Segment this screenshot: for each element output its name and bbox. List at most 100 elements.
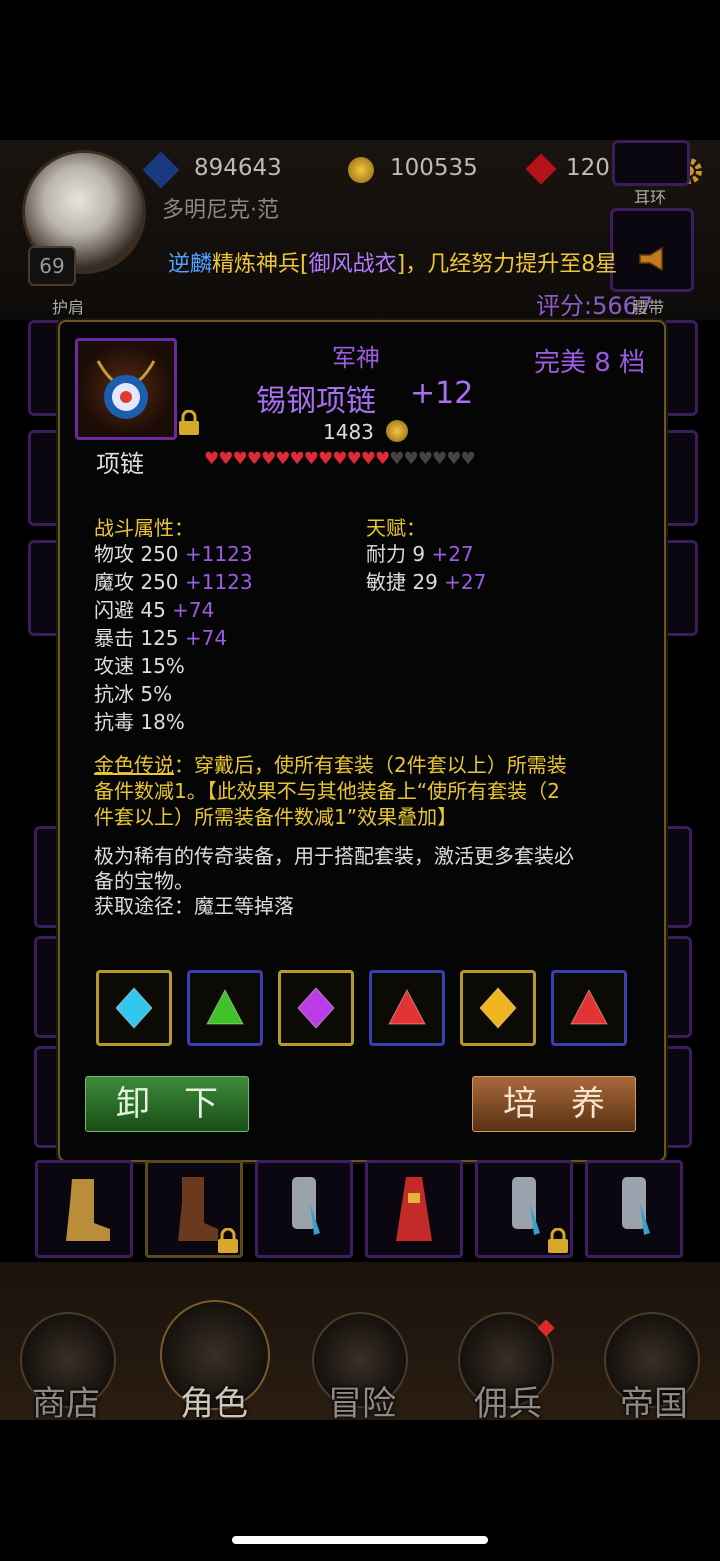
desc-line-1: 极为稀有的传奇装备，用于搭配套装，激活更多套装必 [94, 844, 574, 868]
earring-label: 耳环 [634, 188, 667, 207]
stat-row: 魔攻 250 +1123 [94, 568, 253, 596]
announcement-text2: ]，几经努力提升至8星 [396, 252, 618, 277]
filled-heart-icon: ♥ [318, 449, 333, 469]
inventory-boots-1[interactable] [35, 1160, 133, 1258]
stat-label: 闪避 45 [94, 598, 166, 622]
yellow-diamond-gem [479, 987, 517, 1029]
item-enhance-level: +12 [410, 376, 474, 411]
price-coin-icon [386, 420, 408, 442]
legend-line-2: 备件数减1。【此效果不与其他装备上“使所有套装（2 [94, 779, 560, 803]
item-type: 项链 [96, 450, 144, 478]
stat-bonus: +1123 [178, 570, 253, 594]
stat-bonus: +27 [437, 570, 487, 594]
filled-heart-icon: ♥ [275, 449, 290, 469]
empty-heart-icon: ♥ [403, 449, 419, 469]
inventory-robe[interactable] [365, 1160, 463, 1258]
inventory-right-1[interactable] [662, 826, 692, 928]
stat-row: 物攻 250 +1123 [94, 540, 253, 568]
megaphone-icon [638, 246, 668, 272]
home-indicator[interactable] [232, 1536, 488, 1544]
stat-label: 物攻 250 [94, 542, 179, 566]
nav-shop[interactable]: 商店 [32, 1376, 100, 1425]
stat-row: 抗毒 18% [94, 708, 253, 736]
inventory-gauntlet-3[interactable] [585, 1160, 683, 1258]
star-rating: ♥♥♥♥♥♥♥♥♥♥♥♥♥♥♥♥♥♥♥ [204, 449, 476, 469]
necklace-item-icon [75, 338, 177, 440]
purple-diamond-gem [297, 987, 335, 1029]
gem-socket[interactable] [369, 970, 445, 1046]
announcement: 逆麟精炼神兵[御风战衣]，几经努力提升至8星 [168, 246, 617, 278]
gem-socket[interactable] [96, 970, 172, 1046]
right-slot-2[interactable] [662, 430, 698, 526]
filled-heart-icon: ♥ [232, 449, 248, 469]
combat-stats-title: 战斗属性： [94, 516, 194, 540]
gem-socket[interactable] [278, 970, 354, 1046]
nav-adventure[interactable]: 冒险 [328, 1376, 396, 1425]
filled-heart-icon: ♥ [261, 449, 276, 469]
inventory-gauntlet-1[interactable] [255, 1160, 353, 1258]
stat-row: 闪避 45 +74 [94, 596, 253, 624]
item-price: 1483 [323, 420, 374, 444]
stat-label: 耐力 9 [366, 542, 426, 566]
power-value: 894643 [194, 155, 282, 181]
gem-socket[interactable] [551, 970, 627, 1046]
nav-empire[interactable]: 帝国 [620, 1376, 688, 1425]
inventory-right-3[interactable] [662, 1046, 692, 1148]
filled-heart-icon: ♥ [303, 449, 319, 469]
item-quality: 完美 8 档 [534, 348, 646, 378]
filled-heart-icon: ♥ [246, 449, 262, 469]
legend-name: 金色传说 [94, 753, 174, 777]
lock-icon[interactable] [546, 1227, 568, 1253]
announcement-item: 御风战衣 [308, 252, 397, 277]
unequip-button[interactable]: 卸 下 [85, 1076, 249, 1132]
right-slot-1[interactable] [662, 320, 698, 416]
gem-value: 120 [566, 155, 610, 181]
combat-stats-list: 物攻 250 +1123 魔攻 250 +1123 闪避 45 +74 暴击 125 … [94, 540, 253, 736]
item-source: 获取途径：魔王等掉落 [94, 894, 294, 918]
stat-bonus: +27 [425, 542, 474, 566]
announcement-prefix: 逆麟 [168, 252, 213, 277]
stat-label: 魔攻 250 [94, 570, 179, 594]
talent-title: 天赋： [366, 516, 426, 540]
legend-line-1: ：穿戴后，使所有套装（2件套以上）所需装 [174, 753, 567, 777]
empty-heart-icon: ♥ [460, 449, 476, 469]
filled-heart-icon: ♥ [360, 449, 376, 469]
stat-row: 暴击 125 +74 [94, 624, 253, 652]
legend-effect: 金色传说：穿戴后，使所有套装（2件套以上）所需装 备件数减1。【此效果不与其他装… [94, 752, 567, 830]
empty-heart-icon: ♥ [417, 449, 433, 469]
filled-heart-icon: ♥ [346, 449, 362, 469]
gold-coin-icon [348, 157, 374, 183]
right-slot-3[interactable] [662, 540, 698, 636]
green-triangle-gem [206, 988, 244, 1025]
stat-bonus: +74 [178, 626, 228, 650]
empty-heart-icon: ♥ [432, 449, 447, 469]
item-name: 锡钢项链 [256, 384, 376, 419]
nav-character[interactable]: 角色 [180, 1376, 248, 1425]
lock-icon[interactable] [177, 409, 199, 435]
empty-heart-icon: ♥ [446, 449, 461, 469]
gem-socket[interactable] [460, 970, 536, 1046]
stat-label: 攻速 15% [94, 654, 185, 678]
legend-line-3: 件套以上）所需装备件数减1”效果叠加】 [94, 805, 458, 829]
stat-label: 敏捷 29 [366, 570, 438, 594]
nav-mercenary[interactable]: 佣兵 [474, 1376, 542, 1425]
red-triangle-gem [388, 988, 426, 1025]
player-name: 多明尼克·范 [162, 198, 279, 223]
shoulder-label: 护肩 [52, 298, 85, 317]
filled-heart-icon: ♥ [289, 449, 305, 469]
belt-label: 腰带 [632, 298, 665, 317]
gem-socket[interactable] [187, 970, 263, 1046]
red-triangle-gem [570, 988, 608, 1025]
stat-row: 攻速 15% [94, 652, 253, 680]
filled-heart-icon: ♥ [375, 449, 390, 469]
gold-value: 100535 [390, 155, 478, 181]
stat-label: 暴击 125 [94, 626, 179, 650]
lock-icon[interactable] [216, 1227, 238, 1253]
earring-slot[interactable] [612, 140, 690, 186]
blue-diamond-gem [115, 987, 153, 1029]
filled-heart-icon: ♥ [218, 449, 233, 469]
stat-label: 抗毒 18% [94, 710, 185, 734]
train-button[interactable]: 培 养 [472, 1076, 636, 1132]
stat-row: 抗冰 5% [94, 680, 253, 708]
inventory-right-2[interactable] [662, 936, 692, 1038]
